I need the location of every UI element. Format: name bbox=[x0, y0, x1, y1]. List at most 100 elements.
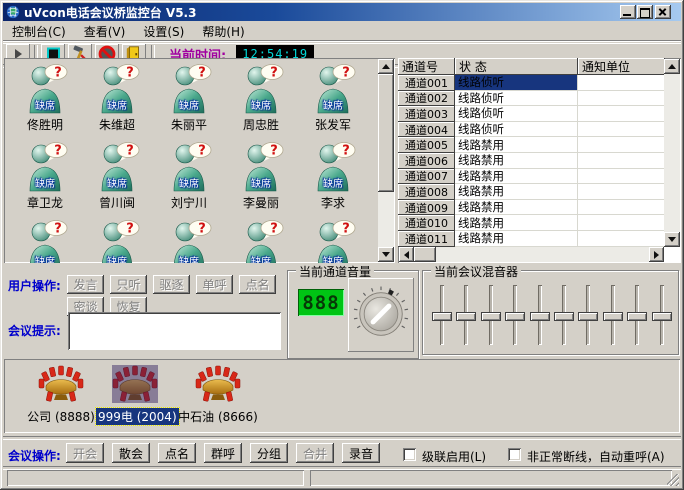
scrollbar-thumb[interactable] bbox=[378, 74, 394, 192]
slider-thumb[interactable] bbox=[432, 312, 452, 321]
user-item[interactable]: ?缺席李求 bbox=[298, 141, 368, 217]
channel-status-cell[interactable]: 线路禁用 bbox=[455, 169, 578, 185]
user-op-button-0[interactable]: 发言 bbox=[67, 275, 104, 294]
column-header-status[interactable]: 状 态 bbox=[455, 58, 578, 75]
checkbox-1[interactable] bbox=[508, 448, 521, 461]
user-item[interactable]: ?缺席朱维超 bbox=[82, 63, 152, 139]
table-row[interactable]: 通道008线路禁用 bbox=[398, 184, 665, 200]
user-op-button-4[interactable]: 点名 bbox=[239, 275, 276, 294]
channel-status-cell[interactable]: 线路禁用 bbox=[455, 200, 578, 216]
slider-thumb[interactable] bbox=[627, 312, 647, 321]
channel-unit-cell[interactable] bbox=[578, 215, 665, 231]
channel-id-cell[interactable]: 通道001 bbox=[398, 75, 455, 91]
channel-status-cell[interactable]: 线路侦听 bbox=[455, 106, 578, 122]
maximize-button[interactable] bbox=[637, 5, 653, 19]
slider-thumb[interactable] bbox=[505, 312, 525, 321]
menu-item-3[interactable]: 帮助(H) bbox=[193, 21, 253, 42]
slider-thumb[interactable] bbox=[652, 312, 672, 321]
table-row[interactable]: 通道004线路侦听 bbox=[398, 122, 665, 138]
attendee-scrollbar[interactable] bbox=[378, 59, 394, 262]
channel-unit-cell[interactable] bbox=[578, 75, 665, 91]
table-row[interactable]: 通道003线路侦听 bbox=[398, 106, 665, 122]
channel-unit-cell[interactable] bbox=[578, 200, 665, 216]
minimize-button[interactable] bbox=[620, 5, 636, 19]
channel-status-cell[interactable]: 线路侦听 bbox=[455, 122, 578, 138]
user-item[interactable]: ?缺席 bbox=[82, 219, 152, 263]
scroll-down-button[interactable] bbox=[664, 232, 680, 247]
table-row[interactable]: 通道006线路禁用 bbox=[398, 153, 665, 169]
scroll-up-button[interactable] bbox=[378, 59, 394, 74]
channel-unit-cell[interactable] bbox=[578, 153, 665, 169]
user-item[interactable]: ?缺席 bbox=[298, 219, 368, 263]
channel-id-cell[interactable]: 通道010 bbox=[398, 215, 455, 231]
user-item[interactable]: ?缺席张发军 bbox=[298, 63, 368, 139]
table-vscrollbar[interactable] bbox=[664, 59, 680, 247]
channel-status-cell[interactable]: 线路禁用 bbox=[455, 215, 578, 231]
channel-unit-cell[interactable] bbox=[578, 169, 665, 185]
close-button[interactable] bbox=[655, 5, 671, 19]
user-op-button-2[interactable]: 驱逐 bbox=[153, 275, 190, 294]
column-header-channel[interactable]: 通道号 bbox=[398, 58, 455, 75]
channel-id-cell[interactable]: 通道011 bbox=[398, 231, 455, 247]
slider-thumb[interactable] bbox=[603, 312, 623, 321]
scroll-left-button[interactable] bbox=[399, 247, 414, 262]
channel-id-cell[interactable]: 通道003 bbox=[398, 106, 455, 122]
channel-unit-cell[interactable] bbox=[578, 122, 665, 138]
channel-status-cell[interactable]: 线路禁用 bbox=[455, 231, 578, 247]
channel-status-cell[interactable]: 线路侦听 bbox=[455, 75, 578, 91]
conference-item-0[interactable]: 公司 (8888) bbox=[22, 365, 100, 425]
table-hscrollbar[interactable] bbox=[399, 247, 664, 262]
menu-item-1[interactable]: 查看(V) bbox=[75, 21, 135, 42]
user-item[interactable]: ?缺席朱丽平 bbox=[154, 63, 224, 139]
scroll-up-button[interactable] bbox=[664, 59, 680, 74]
channel-status-cell[interactable]: 线路侦听 bbox=[455, 91, 578, 107]
slider-thumb[interactable] bbox=[456, 312, 476, 321]
column-header-unit[interactable]: 通知单位 bbox=[578, 58, 665, 75]
user-item[interactable]: ?缺席佟胜明 bbox=[10, 63, 80, 139]
user-item[interactable]: ?缺席 bbox=[154, 219, 224, 263]
table-row[interactable]: 通道002线路侦听 bbox=[398, 91, 665, 107]
conf-op-button-6[interactable]: 录音 bbox=[342, 443, 380, 463]
conf-op-button-2[interactable]: 点名 bbox=[158, 443, 196, 463]
user-op-button-3[interactable]: 单呼 bbox=[196, 275, 233, 294]
user-item[interactable]: ?缺席周忠胜 bbox=[226, 63, 296, 139]
user-item[interactable]: ?缺席刘宁川 bbox=[154, 141, 224, 217]
channel-id-cell[interactable]: 通道005 bbox=[398, 137, 455, 153]
channel-status-cell[interactable]: 线路禁用 bbox=[455, 153, 578, 169]
user-op-button-1[interactable]: 只听 bbox=[110, 275, 147, 294]
table-row[interactable]: 通道009线路禁用 bbox=[398, 200, 665, 216]
channel-id-cell[interactable]: 通道002 bbox=[398, 91, 455, 107]
conf-op-button-0[interactable]: 开会 bbox=[66, 443, 104, 463]
scroll-right-button[interactable] bbox=[649, 247, 664, 262]
user-item[interactable]: ?缺席 bbox=[10, 219, 80, 263]
resize-grip[interactable] bbox=[667, 474, 679, 486]
slider-thumb[interactable] bbox=[530, 312, 550, 321]
channel-status-cell[interactable]: 线路禁用 bbox=[455, 137, 578, 153]
slider-thumb[interactable] bbox=[481, 312, 501, 321]
conf-op-button-5[interactable]: 合并 bbox=[296, 443, 334, 463]
channel-unit-cell[interactable] bbox=[578, 231, 665, 247]
conference-item-1[interactable]: 999电 (2004) bbox=[96, 365, 174, 425]
checkbox-0[interactable] bbox=[403, 448, 416, 461]
table-row[interactable]: 通道010线路禁用 bbox=[398, 215, 665, 231]
channel-id-cell[interactable]: 通道004 bbox=[398, 122, 455, 138]
conf-op-button-4[interactable]: 分组 bbox=[250, 443, 288, 463]
table-row[interactable]: 通道005线路禁用 bbox=[398, 137, 665, 153]
channel-unit-cell[interactable] bbox=[578, 91, 665, 107]
menu-item-2[interactable]: 设置(S) bbox=[134, 21, 193, 42]
table-row[interactable]: 通道011线路禁用 bbox=[398, 231, 665, 247]
channel-unit-cell[interactable] bbox=[578, 137, 665, 153]
user-item[interactable]: ?缺席章卫龙 bbox=[10, 141, 80, 217]
scroll-down-button[interactable] bbox=[378, 247, 394, 262]
channel-id-cell[interactable]: 通道007 bbox=[398, 169, 455, 185]
channel-id-cell[interactable]: 通道006 bbox=[398, 153, 455, 169]
table-row[interactable]: 通道001线路侦听 bbox=[398, 75, 665, 91]
scrollbar-thumb[interactable] bbox=[414, 247, 436, 262]
channel-id-cell[interactable]: 通道009 bbox=[398, 200, 455, 216]
conference-prompt-input[interactable] bbox=[68, 312, 281, 350]
conf-op-button-1[interactable]: 散会 bbox=[112, 443, 150, 463]
menu-item-0[interactable]: 控制台(C) bbox=[3, 21, 75, 42]
user-item[interactable]: ?缺席 bbox=[226, 219, 296, 263]
slider-thumb[interactable] bbox=[578, 312, 598, 321]
conf-op-button-3[interactable]: 群呼 bbox=[204, 443, 242, 463]
